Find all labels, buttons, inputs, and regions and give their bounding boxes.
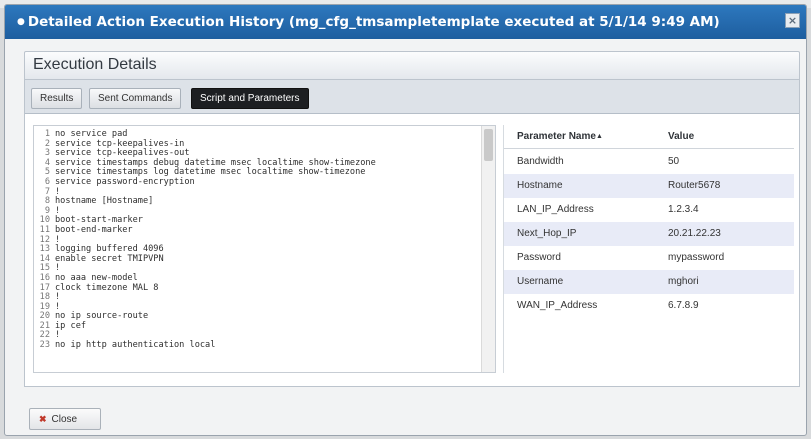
script-line: 20 no ip source-route [36, 311, 376, 322]
table-row[interactable]: Username mghori [504, 270, 794, 294]
script-line: 11 boot-end-marker [36, 224, 376, 236]
column-header-parameter-name-label: Parameter Name [517, 131, 596, 142]
parameter-name: Username [517, 276, 564, 287]
parameter-value: 20.21.22.23 [668, 228, 721, 239]
close-x-icon: ✖ [39, 414, 47, 424]
tab-results[interactable]: Results [31, 88, 83, 109]
line-text: no service pad [55, 129, 128, 139]
section-title: Execution Details [33, 56, 157, 73]
line-text: ! [55, 205, 61, 216]
line-text: service password-encryption [55, 176, 195, 187]
parameters-header: Parameter Name▲ Value [504, 125, 794, 149]
parameter-value: 6.7.8.9 [668, 300, 699, 311]
parameter-name: WAN_IP_Address [517, 300, 598, 311]
column-header-value[interactable]: Value [668, 131, 694, 142]
parameter-name: LAN_IP_Address [517, 204, 594, 215]
sort-ascending-icon: ▲ [595, 133, 603, 140]
table-row[interactable]: Password mypassword [504, 246, 794, 270]
script-viewer[interactable]: 1 no service pad 2 service tcp-keepalives-i… [33, 125, 496, 373]
line-text: no ip http authentication local [55, 340, 216, 351]
script-line: 14 enable secret TMIPVPN [36, 253, 376, 265]
table-row[interactable]: WAN_IP_Address 6.7.8.9 [504, 294, 794, 318]
parameter-value: Router5678 [668, 180, 721, 191]
line-text: ! [55, 186, 61, 197]
script-line: 23 no ip http authentication local [36, 340, 376, 351]
script-scrollbar[interactable] [481, 126, 495, 372]
parameter-name: Next_Hop_IP [517, 228, 577, 239]
parameters-table: Parameter Name▲ Value Bandwidth 50 Hostnam… [503, 125, 794, 373]
line-text: ! [55, 234, 61, 245]
section-header: Execution Details [24, 51, 800, 80]
tab-script-and-parameters[interactable]: Script and Parameters [191, 88, 309, 109]
script-lines: 1 no service pad 2 service tcp-keepalives-i… [36, 129, 376, 351]
table-row[interactable]: Bandwidth 50 [504, 150, 794, 174]
line-text: no aaa new-model [55, 272, 138, 283]
line-number: 23 [39, 340, 50, 351]
parameter-value: 1.2.3.4 [668, 204, 699, 215]
parameter-value: mypassword [668, 252, 725, 263]
script-line: 17 clock timezone MAL 8 [36, 282, 376, 294]
dialog-title-wrap: ● Detailed Action Execution History (mg_c… [17, 14, 720, 30]
script-line: 18! [36, 292, 376, 303]
script-scrollbar-thumb[interactable] [484, 129, 493, 161]
line-text: enable secret TMIPVPN [55, 253, 164, 264]
script-line: 6 service password-encryption [36, 176, 376, 188]
line-text: logging buffered 4096 [55, 244, 164, 255]
line-text: ! [55, 263, 61, 274]
line-text: service tcp-keepalives-in [55, 138, 185, 149]
line-text: ! [55, 292, 61, 303]
line-text: service tcp-keepalives-out [55, 148, 190, 159]
script-line: 8 hostname [Hostname] [36, 196, 376, 207]
line-text: no ip source-route [55, 311, 149, 322]
parameter-name: Password [517, 252, 561, 263]
table-row[interactable]: LAN_IP_Address 1.2.3.4 [504, 198, 794, 222]
line-text: service timestamps log datetime msec loc… [55, 167, 366, 178]
line-text: service timestamps debug datetime msec l… [55, 157, 376, 168]
title-bullet-icon: ● [17, 17, 25, 27]
close-icon[interactable]: × [785, 13, 800, 28]
line-text: ! [55, 301, 61, 312]
table-row[interactable]: Next_Hop_IP 20.21.22.23 [504, 222, 794, 246]
line-text: ! [55, 330, 61, 341]
line-text: clock timezone MAL 8 [55, 282, 159, 293]
dialog-titlebar[interactable]: ● Detailed Action Execution History (mg_c… [5, 5, 806, 39]
parameter-name: Hostname [517, 180, 563, 191]
details-panel: Results Sent Commands Script and Paramet… [24, 80, 800, 387]
tab-sent-commands[interactable]: Sent Commands [89, 88, 182, 109]
table-row[interactable]: Hostname Router5678 [504, 174, 794, 198]
column-header-parameter-name[interactable]: Parameter Name▲ [517, 131, 603, 142]
parameter-name: Bandwidth [517, 156, 564, 167]
line-text: hostname [Hostname] [55, 196, 154, 207]
dialog-title: Detailed Action Execution History (mg_cf… [27, 14, 720, 30]
close-button[interactable]: ✖ Close [29, 408, 101, 430]
line-text: ip cef [55, 320, 87, 331]
close-button-label: Close [51, 414, 78, 425]
line-text: boot-end-marker [55, 224, 133, 235]
parameter-value: mghori [668, 276, 699, 287]
tab-bar: Results Sent Commands Script and Paramet… [25, 80, 799, 114]
parameter-value: 50 [668, 156, 680, 167]
script-line: 21 ip cef [36, 320, 376, 332]
line-text: boot-start-marker [55, 215, 143, 226]
execution-history-dialog: ● Detailed Action Execution History (mg_c… [4, 4, 807, 436]
